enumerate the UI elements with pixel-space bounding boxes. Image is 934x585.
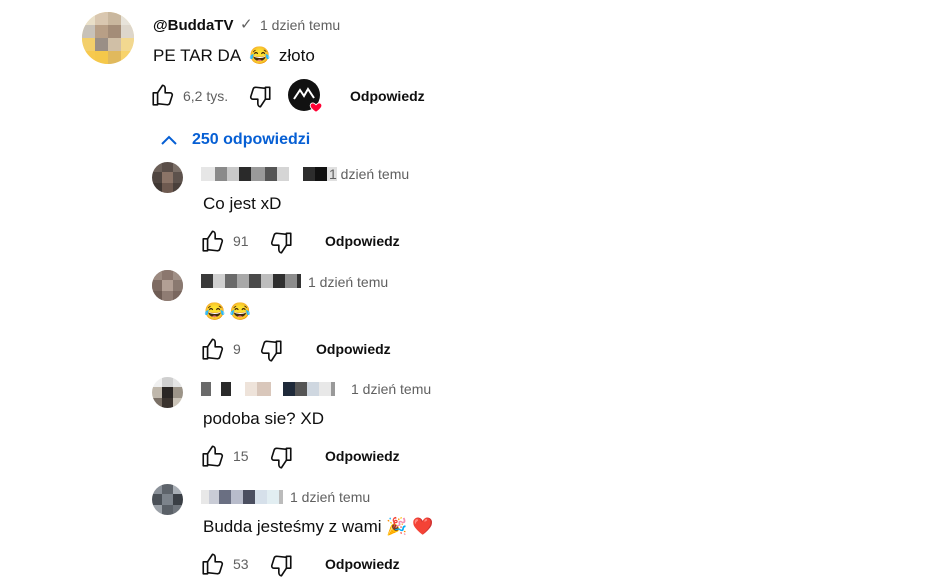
like-count: 9 <box>233 341 241 357</box>
comment-text-part: złoto <box>278 46 315 65</box>
reply-author-redacted[interactable] <box>201 167 337 181</box>
reply-author-redacted[interactable] <box>201 490 283 504</box>
like-button[interactable] <box>200 228 226 254</box>
thumbs-up-icon <box>152 84 174 106</box>
like-count: 53 <box>233 556 249 572</box>
comment-author[interactable]: @BuddaTV <box>153 17 233 34</box>
chevron-up-icon <box>161 135 177 145</box>
like-button[interactable] <box>200 336 226 362</box>
reply-time[interactable]: 1 dzień temu <box>329 166 409 182</box>
avatar[interactable] <box>152 484 183 515</box>
verified-icon: ✓ <box>240 16 253 33</box>
thumbs-up-icon <box>202 445 224 467</box>
reply-time[interactable]: 1 dzień temu <box>308 274 388 290</box>
reply-button[interactable]: Odpowiedz <box>325 448 400 464</box>
dislike-button[interactable] <box>247 84 273 110</box>
thumbs-down-icon <box>270 555 292 577</box>
thumbs-down-icon <box>249 86 271 108</box>
avatar[interactable] <box>152 270 183 301</box>
like-button[interactable] <box>200 551 226 577</box>
reply-button[interactable]: Odpowiedz <box>325 233 400 249</box>
reply-author-redacted[interactable] <box>201 382 335 396</box>
comment-time[interactable]: 1 dzień temu <box>260 17 340 33</box>
laugh-emoji-icon: 😂 <box>248 46 271 65</box>
reply-button[interactable]: Odpowiedz <box>316 341 391 357</box>
replies-toggle[interactable]: 250 odpowiedzi <box>160 131 310 149</box>
avatar[interactable] <box>152 162 183 193</box>
reply-text: podoba sie? XD <box>203 409 324 428</box>
reply-author-redacted[interactable] <box>201 274 301 288</box>
like-button[interactable] <box>150 82 176 108</box>
like-count: 6,2 tys. <box>183 88 229 104</box>
reply-text: Co jest xD <box>203 194 282 213</box>
dislike-button[interactable] <box>268 445 294 471</box>
dislike-button[interactable] <box>268 553 294 579</box>
replies-count-label: 250 odpowiedzi <box>192 131 311 148</box>
thumbs-up-icon <box>202 338 224 360</box>
reply-button[interactable]: Odpowiedz <box>325 556 400 572</box>
dislike-button[interactable] <box>268 230 294 256</box>
avatar[interactable] <box>152 377 183 408</box>
creator-heart-badge[interactable] <box>288 79 323 113</box>
reply-button[interactable]: Odpowiedz <box>350 88 425 104</box>
dislike-button[interactable] <box>258 338 284 364</box>
thumbs-down-icon <box>270 447 292 469</box>
like-count: 91 <box>233 233 249 249</box>
like-button[interactable] <box>200 443 226 469</box>
thumbs-down-icon <box>260 340 282 362</box>
comment-text-part: PE TAR DA <box>153 46 241 65</box>
reply-time[interactable]: 1 dzień temu <box>351 381 431 397</box>
thumbs-down-icon <box>270 232 292 254</box>
thumbs-up-icon <box>202 553 224 575</box>
reply-time[interactable]: 1 dzień temu <box>290 489 370 505</box>
thumbs-up-icon <box>202 230 224 252</box>
reply-text: Budda jesteśmy z wami 🎉 ❤️ <box>203 517 434 536</box>
heart-icon <box>309 102 323 113</box>
like-count: 15 <box>233 448 249 464</box>
comment-text: PE TAR DA 😂 złoto <box>153 46 315 66</box>
avatar[interactable] <box>82 12 134 64</box>
reply-text: 😂 😂 <box>204 302 252 321</box>
